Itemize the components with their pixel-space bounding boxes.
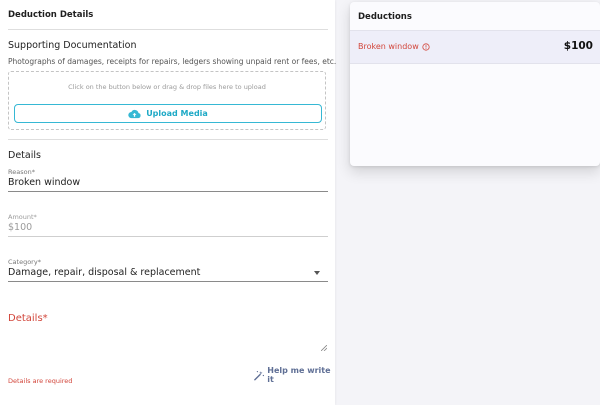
deductions-title: Deductions — [358, 12, 412, 22]
category-underline — [8, 281, 328, 282]
reason-input[interactable]: Broken window — [8, 177, 80, 188]
file-dropzone[interactable]: Click on the button below or drag & drop… — [8, 71, 326, 130]
divider — [8, 139, 328, 140]
resize-handle-icon[interactable] — [321, 345, 327, 351]
details-label: Details* — [8, 313, 48, 324]
divider — [8, 29, 328, 30]
deduction-amount: $100 — [563, 40, 593, 52]
deduction-details-panel: Deduction Details Supporting Documentati… — [0, 0, 337, 405]
reason-underline — [8, 191, 328, 192]
details-textarea[interactable] — [8, 330, 328, 352]
amount-input[interactable]: $100 — [8, 222, 32, 233]
help-me-write-button[interactable]: Help me write it — [254, 366, 335, 384]
deduction-reason: Broken window — [358, 42, 430, 51]
category-select[interactable]: Damage, repair, disposal & replacement — [8, 267, 200, 278]
chevron-down-icon[interactable] — [314, 271, 320, 275]
panel-title: Deduction Details — [8, 10, 94, 20]
details-section-title: Details — [8, 150, 41, 161]
supporting-docs-hint: Photographs of damages, receipts for rep… — [8, 57, 337, 66]
cloud-upload-icon — [128, 109, 141, 118]
supporting-docs-title: Supporting Documentation — [8, 40, 137, 51]
deduction-item[interactable]: Broken window $100 — [350, 30, 600, 64]
deduction-reason-text: Broken window — [358, 42, 419, 51]
category-label: Category* — [8, 258, 41, 266]
magic-wand-icon — [254, 370, 265, 380]
upload-media-button[interactable]: Upload Media — [14, 104, 322, 123]
amount-label: Amount* — [8, 213, 37, 221]
details-error-text: Details are required — [8, 377, 73, 385]
deductions-summary-panel: Deductions Broken window $100 — [350, 2, 600, 166]
info-icon — [422, 42, 430, 51]
upload-media-label: Upload Media — [146, 109, 208, 118]
amount-underline — [8, 236, 328, 237]
amount-value: 100 — [14, 222, 33, 233]
reason-label: Reason* — [8, 168, 35, 176]
dropzone-hint: Click on the button below or drag & drop… — [68, 83, 266, 91]
help-me-write-label: Help me write it — [267, 366, 331, 384]
